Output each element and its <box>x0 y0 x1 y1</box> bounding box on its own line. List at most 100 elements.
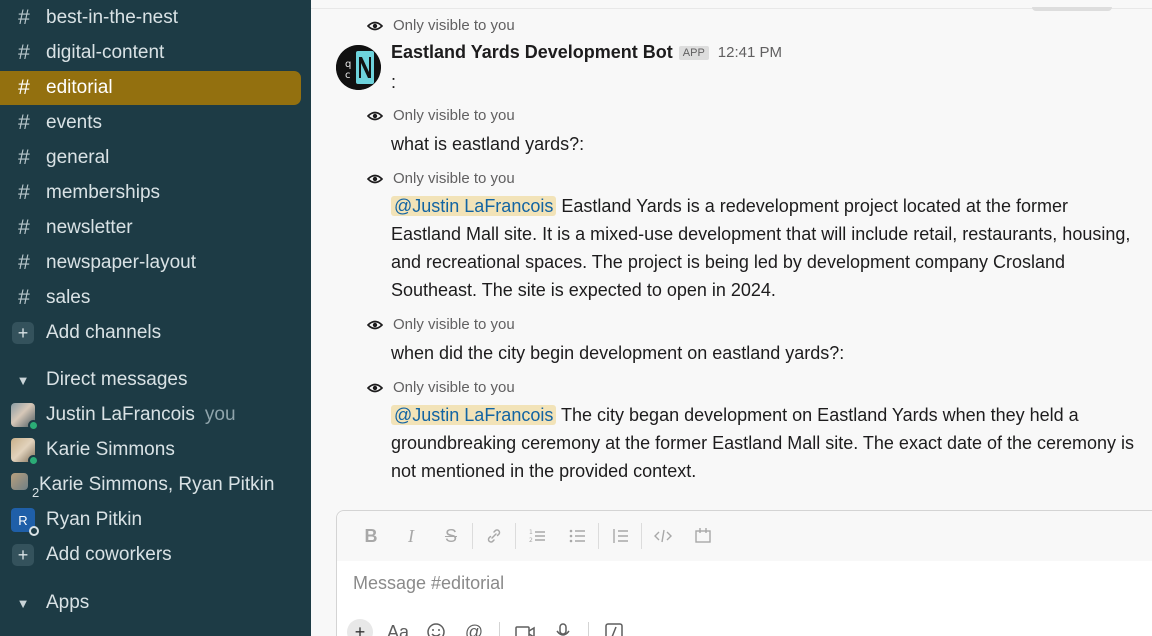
toolbar-divider <box>515 523 516 549</box>
channel-item-memberships[interactable]: # memberships <box>0 176 301 210</box>
user-mention[interactable]: @Justin LaFrancois <box>391 405 557 425</box>
strikethrough-icon[interactable]: S <box>431 522 471 550</box>
code-icon[interactable] <box>643 522 683 550</box>
svg-text:c: c <box>345 70 351 81</box>
add-coworkers-button[interactable]: + Add coworkers <box>0 538 301 572</box>
message-composer: B I S 12 Message #editorial + Aa @ <box>336 510 1152 636</box>
visibility-note: Only visible to you <box>367 107 515 124</box>
eye-icon <box>367 320 383 329</box>
dm-item-justin-lafrancois[interactable]: Justin LaFrancois you <box>0 398 301 432</box>
add-channels-button[interactable]: + Add channels <box>0 316 301 350</box>
section-label: Direct messages <box>46 369 188 390</box>
message-input[interactable]: Message #editorial <box>353 573 504 594</box>
channel-name: digital-content <box>46 42 165 63</box>
channel-item-digital-content[interactable]: # digital-content <box>0 36 301 70</box>
channel-name: newspaper-layout <box>46 252 196 273</box>
bold-icon[interactable]: B <box>351 522 391 550</box>
ordered-list-icon[interactable]: 12 <box>517 522 557 550</box>
toolbar-divider <box>499 622 500 636</box>
text-format-icon[interactable]: Aa <box>379 618 417 636</box>
visibility-label: Only visible to you <box>393 316 515 333</box>
mention-icon[interactable]: @ <box>455 618 493 636</box>
toolbar-divider <box>598 523 599 549</box>
hash-icon: # <box>18 181 30 204</box>
hash-icon: # <box>18 216 30 239</box>
hash-icon: # <box>18 41 30 64</box>
channel-item-best-in-the-nest[interactable]: # best-in-the-nest <box>0 1 301 35</box>
message-body: @Justin LaFrancois The city began develo… <box>391 401 1141 485</box>
sidebar: # best-in-the-nest # digital-content # edit… <box>0 0 311 636</box>
channel-item-general[interactable]: # general <box>0 141 301 175</box>
apps-section-toggle[interactable]: ▼ Apps <box>0 586 301 620</box>
eye-icon <box>367 21 383 30</box>
visibility-label: Only visible to you <box>393 107 515 124</box>
add-channels-label: Add channels <box>46 322 162 343</box>
channel-item-newspaper-layout[interactable]: # newspaper-layout <box>0 246 301 280</box>
channel-name: memberships <box>46 182 161 203</box>
message-body: what is eastland yards?: <box>391 134 585 154</box>
avatar: 2 <box>11 472 39 500</box>
italic-icon[interactable]: I <box>391 522 431 550</box>
channel-name: editorial <box>46 77 113 98</box>
channel-item-sales[interactable]: # sales <box>0 281 301 315</box>
eye-icon <box>367 111 383 120</box>
channel-item-events[interactable]: # events <box>0 106 301 140</box>
hash-icon: # <box>18 111 30 134</box>
dm-item-karie-simmons[interactable]: Karie Simmons <box>0 433 301 467</box>
avatar-initial: R <box>18 512 28 528</box>
dm-name: Karie Simmons, Ryan Pitkin <box>39 474 275 495</box>
channel-name: best-in-the-nest <box>46 7 179 28</box>
message-body: when did the city begin development on e… <box>391 343 845 363</box>
avatar <box>11 438 39 466</box>
toolbar-divider <box>641 523 642 549</box>
visibility-label: Only visible to you <box>393 379 515 396</box>
channel-item-editorial[interactable]: # editorial <box>0 71 301 105</box>
video-icon[interactable] <box>506 618 544 636</box>
message-body: : <box>391 72 397 92</box>
plus-icon: + <box>12 322 34 344</box>
hash-icon: # <box>18 251 30 274</box>
channel-name: newsletter <box>46 217 133 238</box>
dm-name: Karie Simmons <box>46 439 175 460</box>
visibility-note: Only visible to you <box>367 170 515 187</box>
message-list[interactable]: Only visible to you q c Eastland Yards D… <box>311 7 1152 490</box>
svg-text:2: 2 <box>529 537 533 544</box>
formatting-toolbar: B I S 12 <box>337 511 1152 561</box>
microphone-icon[interactable] <box>544 618 582 636</box>
direct-messages-section-toggle[interactable]: ▼ Direct messages <box>0 363 301 397</box>
visibility-note: Only visible to you <box>367 316 515 333</box>
plus-icon: + <box>12 544 34 566</box>
dm-item-ryan-pitkin[interactable]: R Ryan Pitkin <box>0 503 301 537</box>
plus-icon[interactable]: + <box>347 619 373 636</box>
code-block-icon[interactable] <box>683 522 723 550</box>
emoji-icon[interactable] <box>417 618 455 636</box>
main-panel: Only visible to you q c Eastland Yards D… <box>311 0 1152 636</box>
dm-name: Justin LaFrancois <box>46 404 195 425</box>
eye-icon <box>367 383 383 392</box>
hash-icon: # <box>18 286 30 309</box>
channel-item-newsletter[interactable]: # newsletter <box>0 211 301 245</box>
svg-text:q: q <box>345 59 351 70</box>
group-count: 2 <box>32 484 40 500</box>
user-mention[interactable]: @Justin LaFrancois <box>391 196 557 216</box>
you-label: you <box>204 404 236 425</box>
hash-icon: # <box>18 6 30 29</box>
message-timestamp[interactable]: 12:41 PM <box>718 44 782 61</box>
message-header: Eastland Yards Development Bot APP 12:41… <box>391 42 782 63</box>
hash-icon: # <box>18 76 30 99</box>
bot-logo-icon: q c <box>336 45 381 90</box>
visibility-label: Only visible to you <box>393 17 515 34</box>
blockquote-icon[interactable] <box>600 522 640 550</box>
message-body: @Justin LaFrancois Eastland Yards is a r… <box>391 192 1141 304</box>
caret-down-icon: ▼ <box>16 372 30 388</box>
channel-name: sales <box>46 287 91 308</box>
bot-name[interactable]: Eastland Yards Development Bot <box>391 42 673 63</box>
bot-avatar[interactable]: q c <box>336 45 381 90</box>
channel-name: events <box>46 112 102 133</box>
link-icon[interactable] <box>474 522 514 550</box>
avatar: R <box>11 508 39 536</box>
bulleted-list-icon[interactable] <box>557 522 597 550</box>
slash-command-icon[interactable] <box>595 618 633 636</box>
svg-text:1: 1 <box>529 529 533 536</box>
dm-item-group[interactable]: 2 Karie Simmons, Ryan Pitkin <box>0 468 301 502</box>
